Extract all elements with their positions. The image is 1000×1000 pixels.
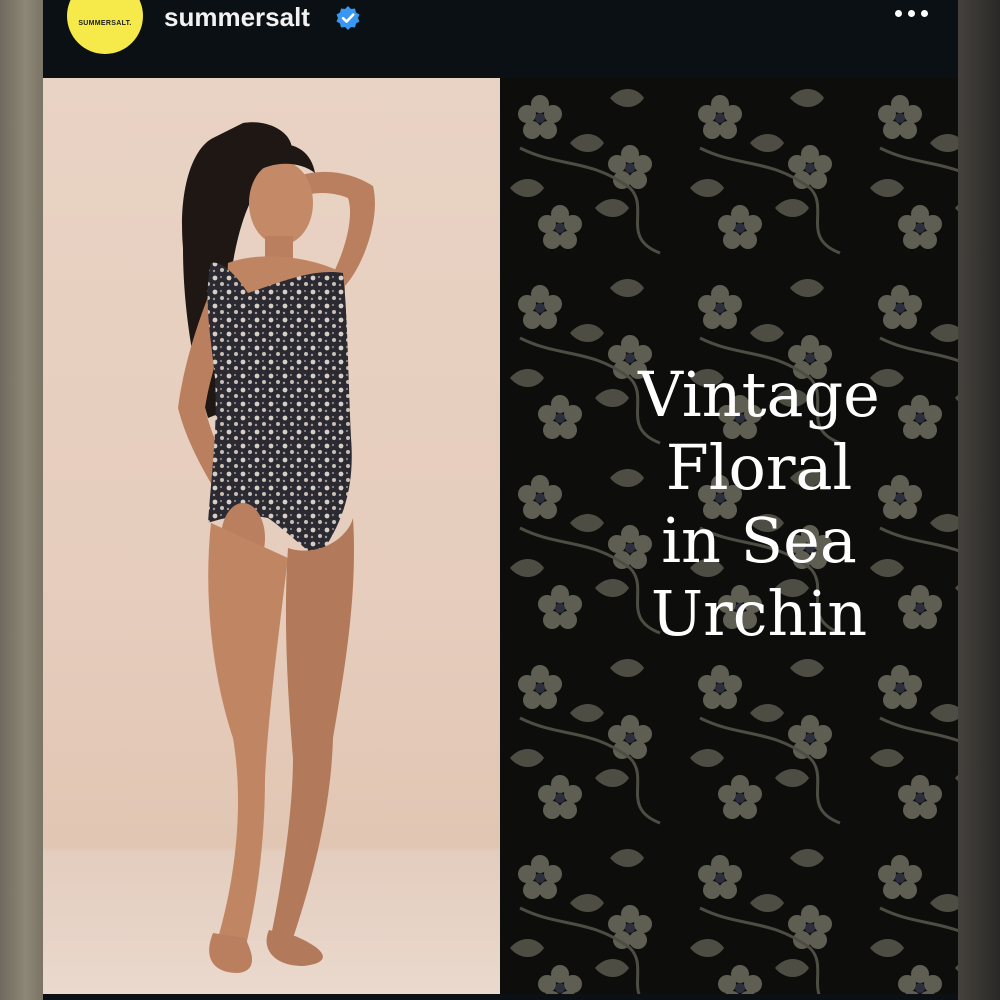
title-line-4: Urchin xyxy=(650,577,868,650)
avatar-logo-text: SUMMERSALT. xyxy=(78,19,132,27)
model-figure-image xyxy=(178,122,375,973)
model-photo xyxy=(43,78,500,994)
title-line-2: Floral xyxy=(665,431,853,504)
verified-badge-icon xyxy=(336,6,360,30)
profile-avatar[interactable]: SUMMERSALT. xyxy=(67,0,143,54)
title-line-1: Vintage xyxy=(638,358,880,431)
post-footer-edge xyxy=(43,994,958,1000)
product-title-overlay: Vintage Floral in Sea Urchin xyxy=(500,358,958,650)
more-options-button[interactable] xyxy=(895,4,928,23)
more-horizontal-icon xyxy=(895,10,902,17)
background-right-edge xyxy=(958,0,1000,1000)
username-link[interactable]: summersalt xyxy=(164,2,310,33)
floral-pattern-panel: Vintage Floral in Sea Urchin xyxy=(500,78,958,994)
instagram-post: SUMMERSALT. summersalt Vintage Floral in… xyxy=(43,0,958,1000)
post-header: SUMMERSALT. summersalt xyxy=(43,0,958,78)
background-left-edge xyxy=(0,0,43,1000)
title-line-3: in Sea xyxy=(661,504,857,577)
